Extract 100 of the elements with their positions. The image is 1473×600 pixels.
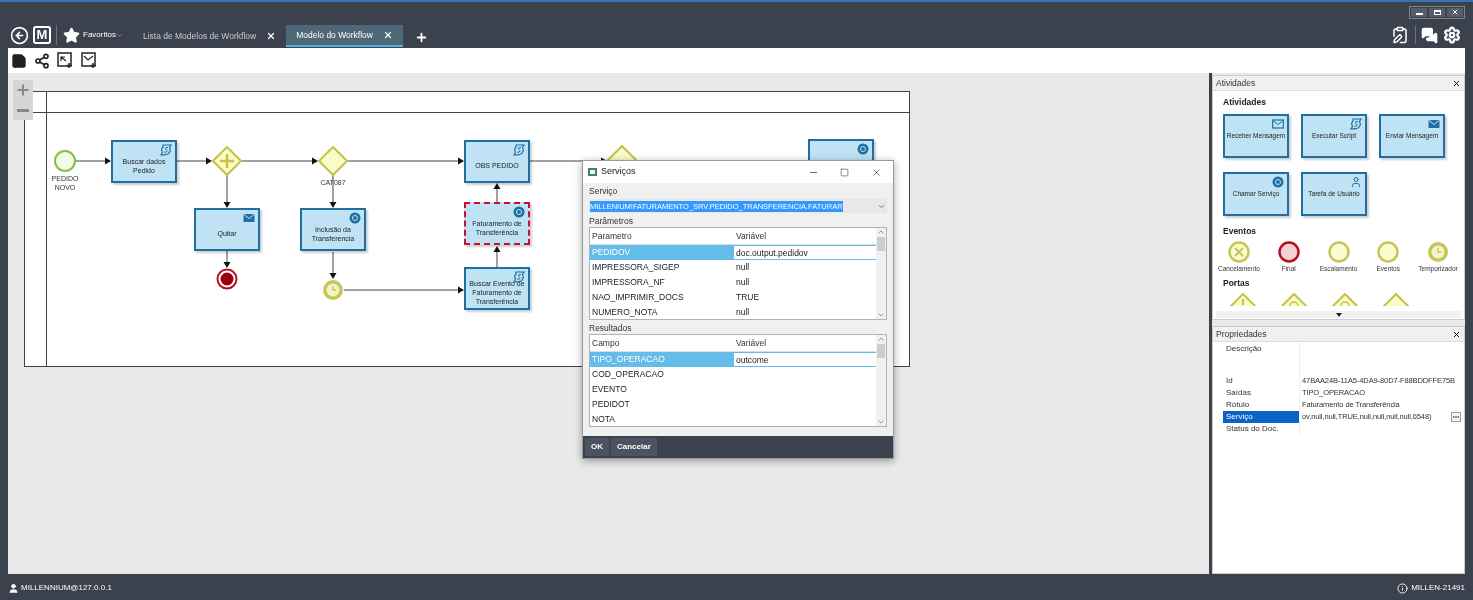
close-icon[interactable] [1452, 78, 1461, 88]
maximize-icon[interactable] [840, 167, 849, 177]
property-name[interactable]: Id [1223, 375, 1299, 387]
dialog-button[interactable]: OK [585, 438, 609, 456]
grid-row[interactable]: NUMERO_NOTA null [590, 305, 876, 320]
panel-title: Propriedades [1216, 327, 1267, 341]
settings-icon[interactable] [1443, 26, 1461, 44]
share-icon[interactable] [34, 52, 50, 69]
grid-row[interactable]: PEDIDOT [590, 397, 876, 412]
table-cell-text: NUMERO_NOTA [591, 306, 659, 319]
grid-row[interactable]: PEDIDOV doc.output.pedidov [590, 245, 876, 260]
property-name[interactable]: Serviço [1223, 411, 1299, 423]
user-icon [1350, 175, 1362, 188]
table-cell: PEDIDOV [590, 245, 734, 260]
scrollbar[interactable] [876, 335, 886, 426]
property-name[interactable]: Rótulo [1223, 399, 1299, 411]
star-icon[interactable] [63, 26, 80, 44]
table-cell-text: IMPRESSORA_SIGEP [591, 261, 681, 274]
scroll-icon [1350, 117, 1362, 130]
clipboard-icon[interactable] [1391, 26, 1409, 44]
close-button[interactable] [1447, 7, 1463, 17]
import-diagram-icon[interactable] [57, 52, 74, 69]
event-circle [1377, 240, 1400, 263]
grid-row[interactable]: NOTA [590, 412, 876, 427]
grid-row[interactable]: EVENTO [590, 382, 876, 397]
table-cell-text: TRUE [735, 291, 761, 304]
gateway [318, 146, 348, 176]
info-icon [1397, 582, 1409, 594]
save-icon[interactable] [11, 52, 27, 69]
gear-icon [513, 206, 525, 218]
minimize-button[interactable] [1411, 7, 1427, 17]
app-icon [588, 168, 597, 176]
scroll-icon [160, 144, 172, 156]
table-cell: TIPO_OPERACAO [590, 352, 734, 367]
maximize-button[interactable] [1429, 7, 1445, 17]
more-icon[interactable] [1451, 412, 1461, 422]
panel-title: Atividades [1216, 76, 1256, 90]
scroll-down-icon[interactable] [877, 311, 885, 319]
table-cell-text: NAO_IMPRIMIR_DOCS [591, 291, 685, 304]
dialog-title: Serviços [601, 165, 636, 179]
scroll-down-icon[interactable] [877, 418, 885, 426]
table-cell-text: IMPRESSORA_NF [591, 276, 666, 289]
table-cell-text: EVENTO [591, 383, 628, 396]
scroll-up-icon[interactable] [877, 228, 885, 236]
column-header: Variável [735, 230, 768, 243]
section-label: Resultados [589, 322, 633, 334]
grid-row[interactable]: NAO_IMPRIMIR_DOCS TRUE [590, 290, 876, 305]
down-arrow-icon[interactable] [1335, 312, 1342, 317]
grid-row[interactable]: IMPRESSORA_SIGEP null [590, 260, 876, 275]
column-header: Campo [591, 337, 621, 350]
table-cell-text: PEDIDOT [591, 398, 631, 411]
close-icon[interactable] [1452, 329, 1461, 339]
new-tab-icon[interactable] [415, 30, 428, 44]
app-logo[interactable]: M [33, 26, 51, 44]
connector-arrow [176, 157, 212, 165]
dialog-button[interactable]: Cancelar [611, 438, 657, 456]
event-circle [1327, 240, 1350, 263]
scroll-up-icon[interactable] [877, 335, 885, 343]
section-title: Atividades [1223, 96, 1267, 109]
user-icon [8, 582, 19, 594]
scroll-icon [513, 144, 525, 156]
property-name[interactable]: Status do Doc. [1223, 423, 1299, 435]
close-tab-icon[interactable] [383, 30, 393, 40]
caret-icon[interactable] [115, 31, 123, 39]
timer-event [322, 279, 344, 301]
zoom-in-button[interactable] [13, 80, 33, 100]
scrollbar[interactable] [876, 228, 886, 319]
section-title: Eventos [1223, 224, 1258, 238]
chat-icon[interactable] [1421, 26, 1438, 44]
grid-row[interactable]: COD_OPERACAO [590, 367, 876, 382]
grid-row[interactable]: TIPO_OPERACAO outcome [590, 352, 876, 367]
table-cell-text: NOTA [591, 413, 616, 426]
envelope-icon [1272, 117, 1284, 130]
grid-row[interactable]: IMPRESSORA_NF null [590, 275, 876, 290]
gateway [212, 146, 242, 176]
field-label: Serviço [589, 185, 619, 197]
tab[interactable]: Lista de Modelos de Workflow [132, 25, 287, 47]
envelope-icon [243, 212, 255, 224]
scroll-thumb[interactable] [877, 237, 885, 251]
close-tab-icon[interactable] [266, 31, 277, 41]
plus-icon [15, 82, 31, 98]
back-icon[interactable] [10, 25, 29, 45]
connector-arrow [329, 251, 337, 279]
gear-icon [857, 143, 869, 155]
property-name[interactable]: Descrição [1223, 343, 1299, 375]
scroll-thumb[interactable] [877, 344, 885, 358]
table-cell-text: null [735, 306, 751, 319]
gear-icon [349, 212, 361, 224]
table-cell-text: COD_OPERACAO [591, 368, 665, 381]
zoom-out-button[interactable] [13, 100, 33, 120]
minus-icon [17, 108, 29, 112]
connector-arrow [223, 175, 231, 208]
table-cell: doc.output.pedidov [734, 245, 876, 260]
export-diagram-icon[interactable] [81, 52, 98, 69]
table-cell-text: null [735, 276, 751, 289]
gear-icon [1272, 175, 1284, 188]
end-event [216, 268, 238, 290]
property-name[interactable]: Saídas [1223, 387, 1299, 399]
tab[interactable]: Modelo do Workflow [286, 25, 403, 47]
favorites-menu[interactable]: Favoritos [83, 29, 116, 41]
